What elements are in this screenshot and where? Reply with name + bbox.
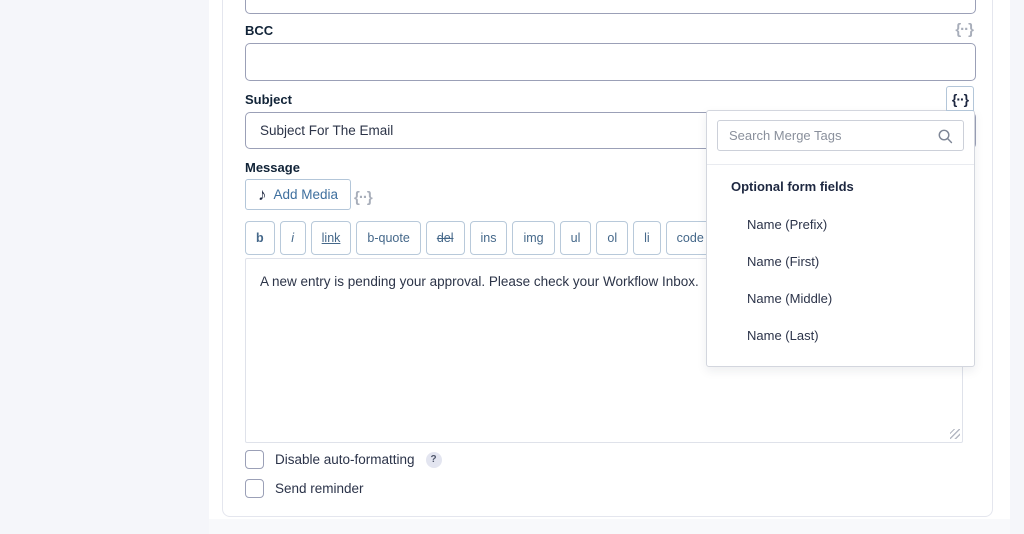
merge-tag-item-name-prefix[interactable]: Name (Prefix): [707, 206, 974, 243]
add-media-label: Add Media: [274, 187, 339, 202]
merge-tag-item-name-last[interactable]: Name (Last): [707, 317, 974, 354]
qt-img-button[interactable]: img: [512, 221, 554, 255]
bcc-merge-tag-icon[interactable]: {··}: [955, 22, 973, 37]
media-note-icon: ♪: [258, 186, 267, 203]
qt-del-button[interactable]: del: [426, 221, 465, 255]
qt-ol-button[interactable]: ol: [596, 221, 628, 255]
qt-ul-button[interactable]: ul: [560, 221, 592, 255]
send-reminder-label: Send reminder: [275, 481, 364, 496]
qt-bold-button[interactable]: b: [245, 221, 275, 255]
top-partial-input[interactable]: [245, 0, 976, 14]
search-icon: [937, 128, 954, 150]
merge-tag-item-name-middle[interactable]: Name (Middle): [707, 280, 974, 317]
bcc-label: BCC: [245, 23, 273, 38]
disable-autoformat-checkbox[interactable]: [245, 450, 264, 469]
qt-link-button[interactable]: link: [311, 221, 352, 255]
qt-bquote-button[interactable]: b-quote: [356, 221, 420, 255]
merge-tags-search-input[interactable]: [717, 120, 964, 151]
below-panel-strip: [209, 519, 1010, 534]
merge-tags-dropdown: Optional form fields Name (Prefix) Name …: [706, 110, 975, 367]
help-icon[interactable]: ?: [426, 452, 442, 468]
add-media-button[interactable]: ♪ Add Media: [245, 179, 351, 210]
qt-ins-button[interactable]: ins: [470, 221, 508, 255]
send-reminder-checkbox[interactable]: [245, 479, 264, 498]
message-label: Message: [245, 160, 300, 175]
subject-merge-tag-button[interactable]: {··}: [946, 86, 974, 111]
disable-autoformat-row: Disable auto-formatting ?: [245, 450, 442, 469]
subject-label: Subject: [245, 92, 292, 107]
qt-li-button[interactable]: li: [633, 221, 661, 255]
merge-tags-search-section: [707, 111, 974, 165]
disable-autoformat-label: Disable auto-formatting: [275, 452, 415, 467]
merge-tags-list: Name (Prefix) Name (First) Name (Middle)…: [707, 206, 974, 354]
qt-italic-button[interactable]: i: [280, 221, 306, 255]
merge-tags-group-label: Optional form fields: [731, 179, 974, 194]
merge-tag-item-name-first[interactable]: Name (First): [707, 243, 974, 280]
send-reminder-row: Send reminder: [245, 479, 364, 498]
bcc-input[interactable]: [245, 43, 976, 81]
message-merge-tag-icon[interactable]: {··}: [354, 190, 372, 205]
